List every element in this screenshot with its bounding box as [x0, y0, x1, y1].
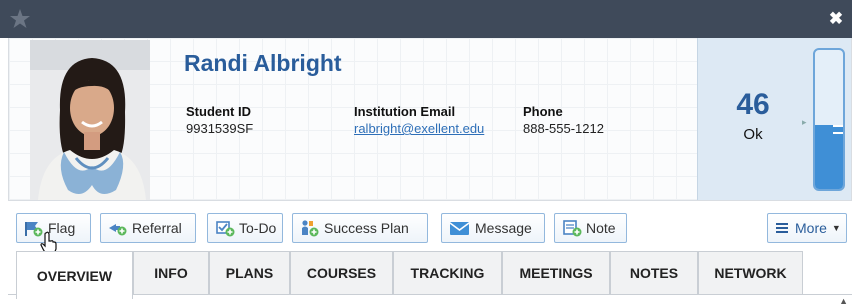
tab-network[interactable]: NETWORK — [698, 251, 803, 294]
tab-info[interactable]: INFO — [133, 251, 209, 294]
student-name: Randi Albright — [184, 50, 342, 76]
score-gauge — [813, 48, 845, 191]
score-status: Ok — [743, 126, 763, 143]
message-button-label: Message — [475, 220, 532, 236]
student-id-field: Student ID 9931539SF — [186, 104, 253, 138]
envelope-icon — [449, 222, 470, 235]
tab-plans[interactable]: PLANS — [209, 251, 290, 294]
todo-button-label: To-Do — [239, 220, 277, 236]
menu-lines-icon — [776, 223, 788, 233]
referral-icon — [109, 224, 127, 236]
phone-field: Phone 888-555-1212 — [523, 104, 604, 138]
action-toolbar: Flag Referral To-Do Success Plan Message… — [8, 200, 852, 250]
scroll-up-icon[interactable]: ▲ — [839, 296, 848, 306]
gauge-tick — [833, 125, 843, 127]
gauge-pointer-icon: ▸ — [802, 117, 807, 127]
caret-down-icon: ▼ — [831, 223, 841, 233]
more-menu-label: More — [795, 220, 827, 236]
tab-courses[interactable]: COURSES — [290, 251, 393, 294]
student-id-value: 9931539SF — [186, 121, 254, 136]
tab-notes[interactable]: NOTES — [610, 251, 698, 294]
tab-bar-baseline — [8, 294, 852, 295]
star-logo-icon — [10, 9, 30, 28]
note-button[interactable]: Note — [554, 213, 627, 243]
note-icon — [563, 220, 582, 237]
tab-tracking[interactable]: TRACKING — [393, 251, 502, 294]
todo-icon — [216, 221, 235, 237]
score-panel: 46 Ok ▸ — [697, 38, 851, 200]
message-button[interactable]: Message — [441, 213, 545, 243]
student-card: Randi Albright Student ID 9931539SF Inst… — [8, 38, 852, 200]
tab-meetings[interactable]: MEETINGS — [502, 251, 610, 294]
success-plan-button[interactable]: Success Plan — [292, 213, 428, 243]
referral-button[interactable]: Referral — [100, 213, 196, 243]
gauge-tick — [833, 132, 843, 134]
student-photo — [30, 40, 150, 200]
success-plan-button-label: Success Plan — [324, 220, 409, 236]
more-menu-button[interactable]: More ▼ — [767, 213, 847, 243]
score-value: 46 — [736, 88, 770, 121]
email-field: Institution Email ralbright@exellent.edu — [354, 104, 484, 138]
close-icon[interactable]: ✖ — [828, 9, 844, 29]
todo-button[interactable]: To-Do — [207, 213, 283, 243]
note-button-label: Note — [586, 220, 616, 236]
student-id-label: Student ID — [186, 104, 251, 119]
phone-label: Phone — [523, 104, 563, 119]
success-plan-icon — [302, 220, 319, 237]
phone-value: 888-555-1212 — [523, 121, 604, 136]
tab-overview[interactable]: OVERVIEW — [16, 251, 133, 299]
tab-bar: OVERVIEW INFO PLANS COURSES TRACKING MEE… — [8, 250, 852, 306]
email-link[interactable]: ralbright@exellent.edu — [354, 121, 484, 138]
score-gauge-fill — [815, 125, 843, 189]
window-titlebar: ✖ — [0, 0, 852, 38]
email-label: Institution Email — [354, 104, 456, 119]
referral-button-label: Referral — [132, 220, 182, 236]
